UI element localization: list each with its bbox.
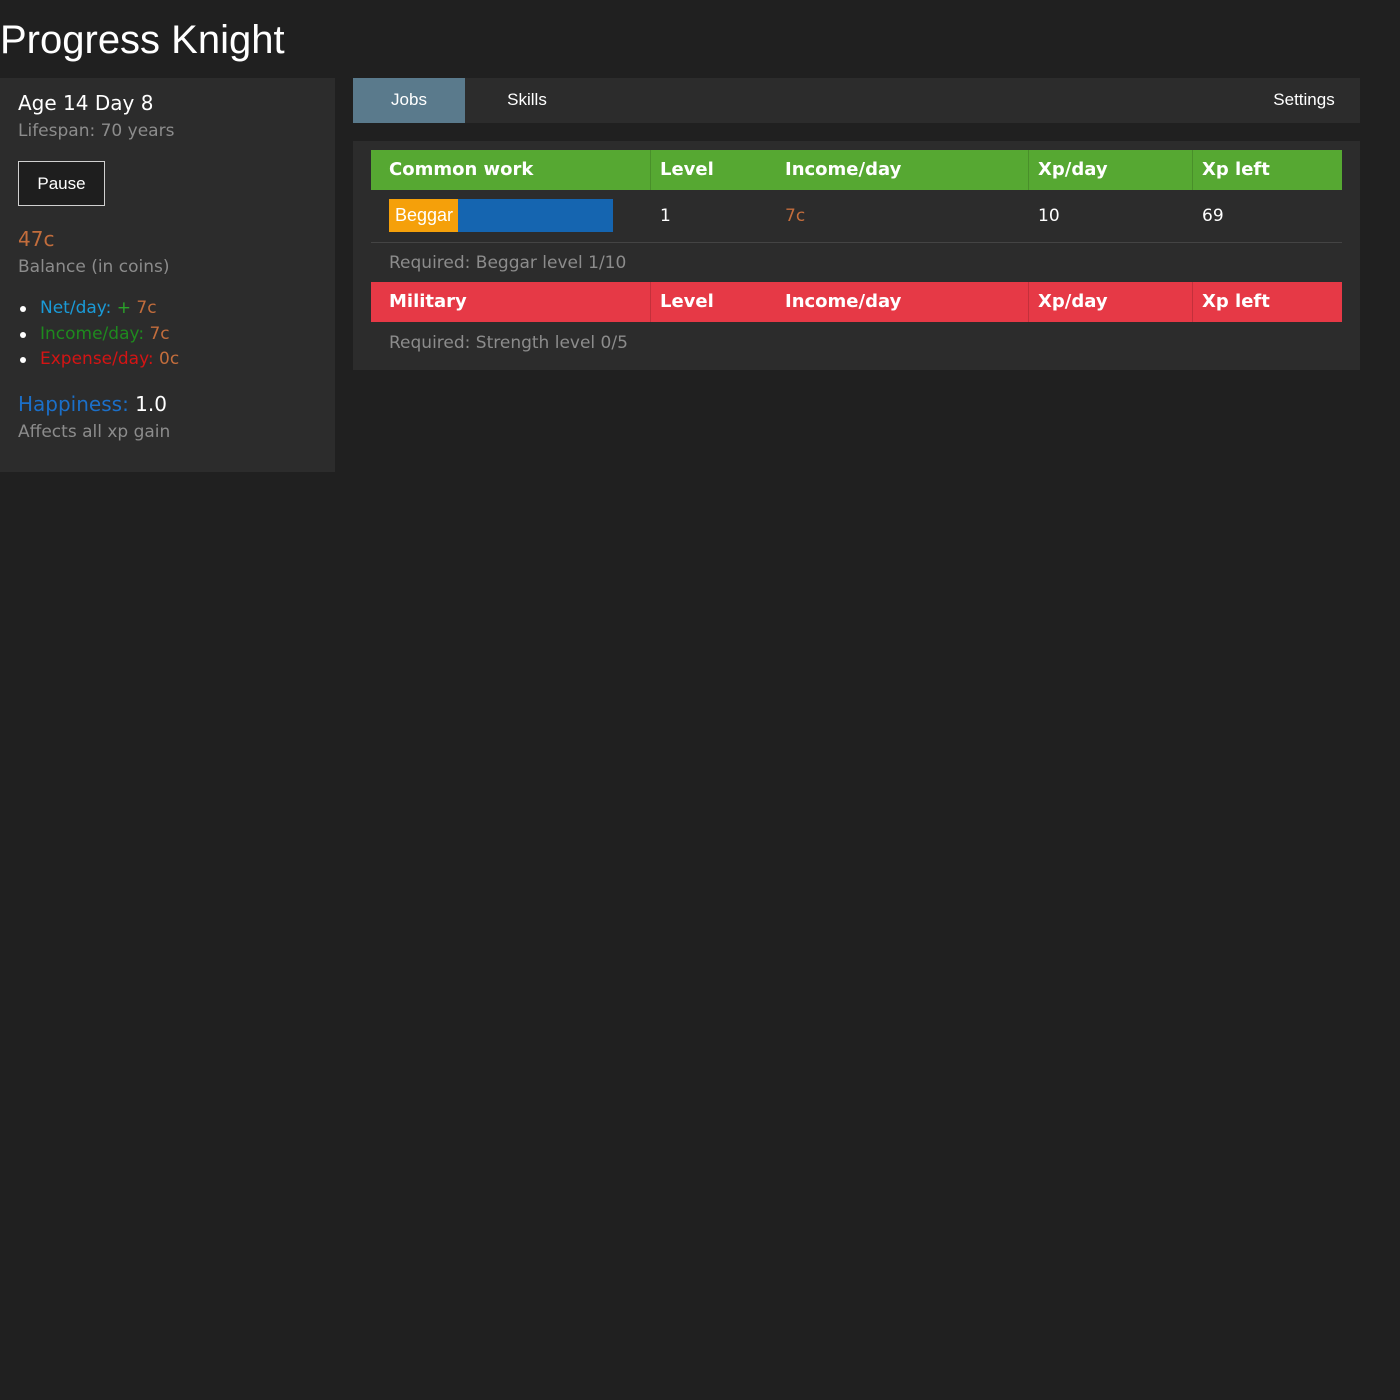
app-title: Progress Knight [0, 18, 285, 62]
tab-skills[interactable]: Skills [465, 78, 589, 123]
happiness-note: Affects all xp gain [18, 422, 171, 442]
category-name: Common work [389, 159, 534, 180]
happiness-display: Happiness: 1.0 [18, 391, 167, 417]
jobs-panel: Common work Level Income/day Xp/day Xp l… [353, 141, 1360, 370]
column-divider [650, 150, 651, 190]
column-divider [1028, 282, 1029, 322]
expense-per-day-label: Expense/day: [40, 349, 160, 369]
military-header: Military Level Income/day Xp/day Xp left [371, 282, 1342, 322]
tab-bar: Jobs Skills Settings [353, 78, 1360, 123]
job-name: Beggar [395, 205, 454, 225]
column-divider [650, 282, 651, 322]
balance-value: 47c [18, 227, 55, 251]
job-progress-bar[interactable]: Beggar [389, 199, 613, 232]
column-divider [1192, 150, 1193, 190]
stats-list: Net/day: + 7c Income/day: 7c Expense/day… [20, 296, 180, 373]
pause-button[interactable]: Pause [18, 161, 105, 206]
balance-label: Balance (in coins) [18, 257, 170, 277]
job-xp-left: 69 [1202, 206, 1224, 226]
column-xp-left: Xp left [1202, 291, 1270, 312]
tab-jobs[interactable]: Jobs [353, 78, 465, 123]
column-income: Income/day [785, 291, 902, 312]
expense-per-day-value: 0c [159, 349, 180, 369]
column-xp-per-day: Xp/day [1038, 159, 1108, 180]
net-per-day-item: Net/day: + 7c [20, 296, 179, 322]
net-per-day-value: 7c [136, 298, 157, 318]
common-work-requirement: Required: Beggar level 1/10 [389, 253, 627, 273]
lifespan-text: Lifespan: 70 years [18, 121, 175, 141]
column-income: Income/day [785, 159, 902, 180]
category-name: Military [389, 291, 467, 312]
column-divider [1028, 150, 1029, 190]
net-per-day-label: Net/day: [40, 298, 117, 318]
bullet-icon [20, 357, 26, 363]
military-requirement: Required: Strength level 0/5 [389, 333, 628, 353]
bullet-icon [20, 331, 26, 338]
column-level: Level [660, 291, 714, 312]
income-per-day-label: Income/day: [40, 323, 150, 344]
income-per-day-item: Income/day: 7c [20, 322, 179, 348]
job-row-beggar: Beggar 1 7c 10 69 [371, 190, 1342, 243]
job-level: 1 [660, 206, 671, 226]
common-work-header: Common work Level Income/day Xp/day Xp l… [371, 150, 1342, 190]
column-divider [1192, 282, 1193, 322]
column-level: Level [660, 159, 714, 180]
job-income: 7c [785, 206, 806, 226]
happiness-value: 1.0 [135, 392, 167, 416]
happiness-label: Happiness: [18, 392, 136, 416]
net-sign: + [116, 298, 137, 318]
column-xp-left: Xp left [1202, 159, 1270, 180]
column-xp-per-day: Xp/day [1038, 291, 1108, 312]
income-per-day-value: 7c [149, 323, 170, 344]
bullet-icon [20, 306, 26, 312]
tab-settings[interactable]: Settings [1248, 78, 1360, 123]
job-xp-per-day: 10 [1038, 206, 1060, 226]
expense-per-day-item: Expense/day: 0c [20, 347, 180, 373]
age-display: Age 14 Day 8 [18, 91, 154, 115]
